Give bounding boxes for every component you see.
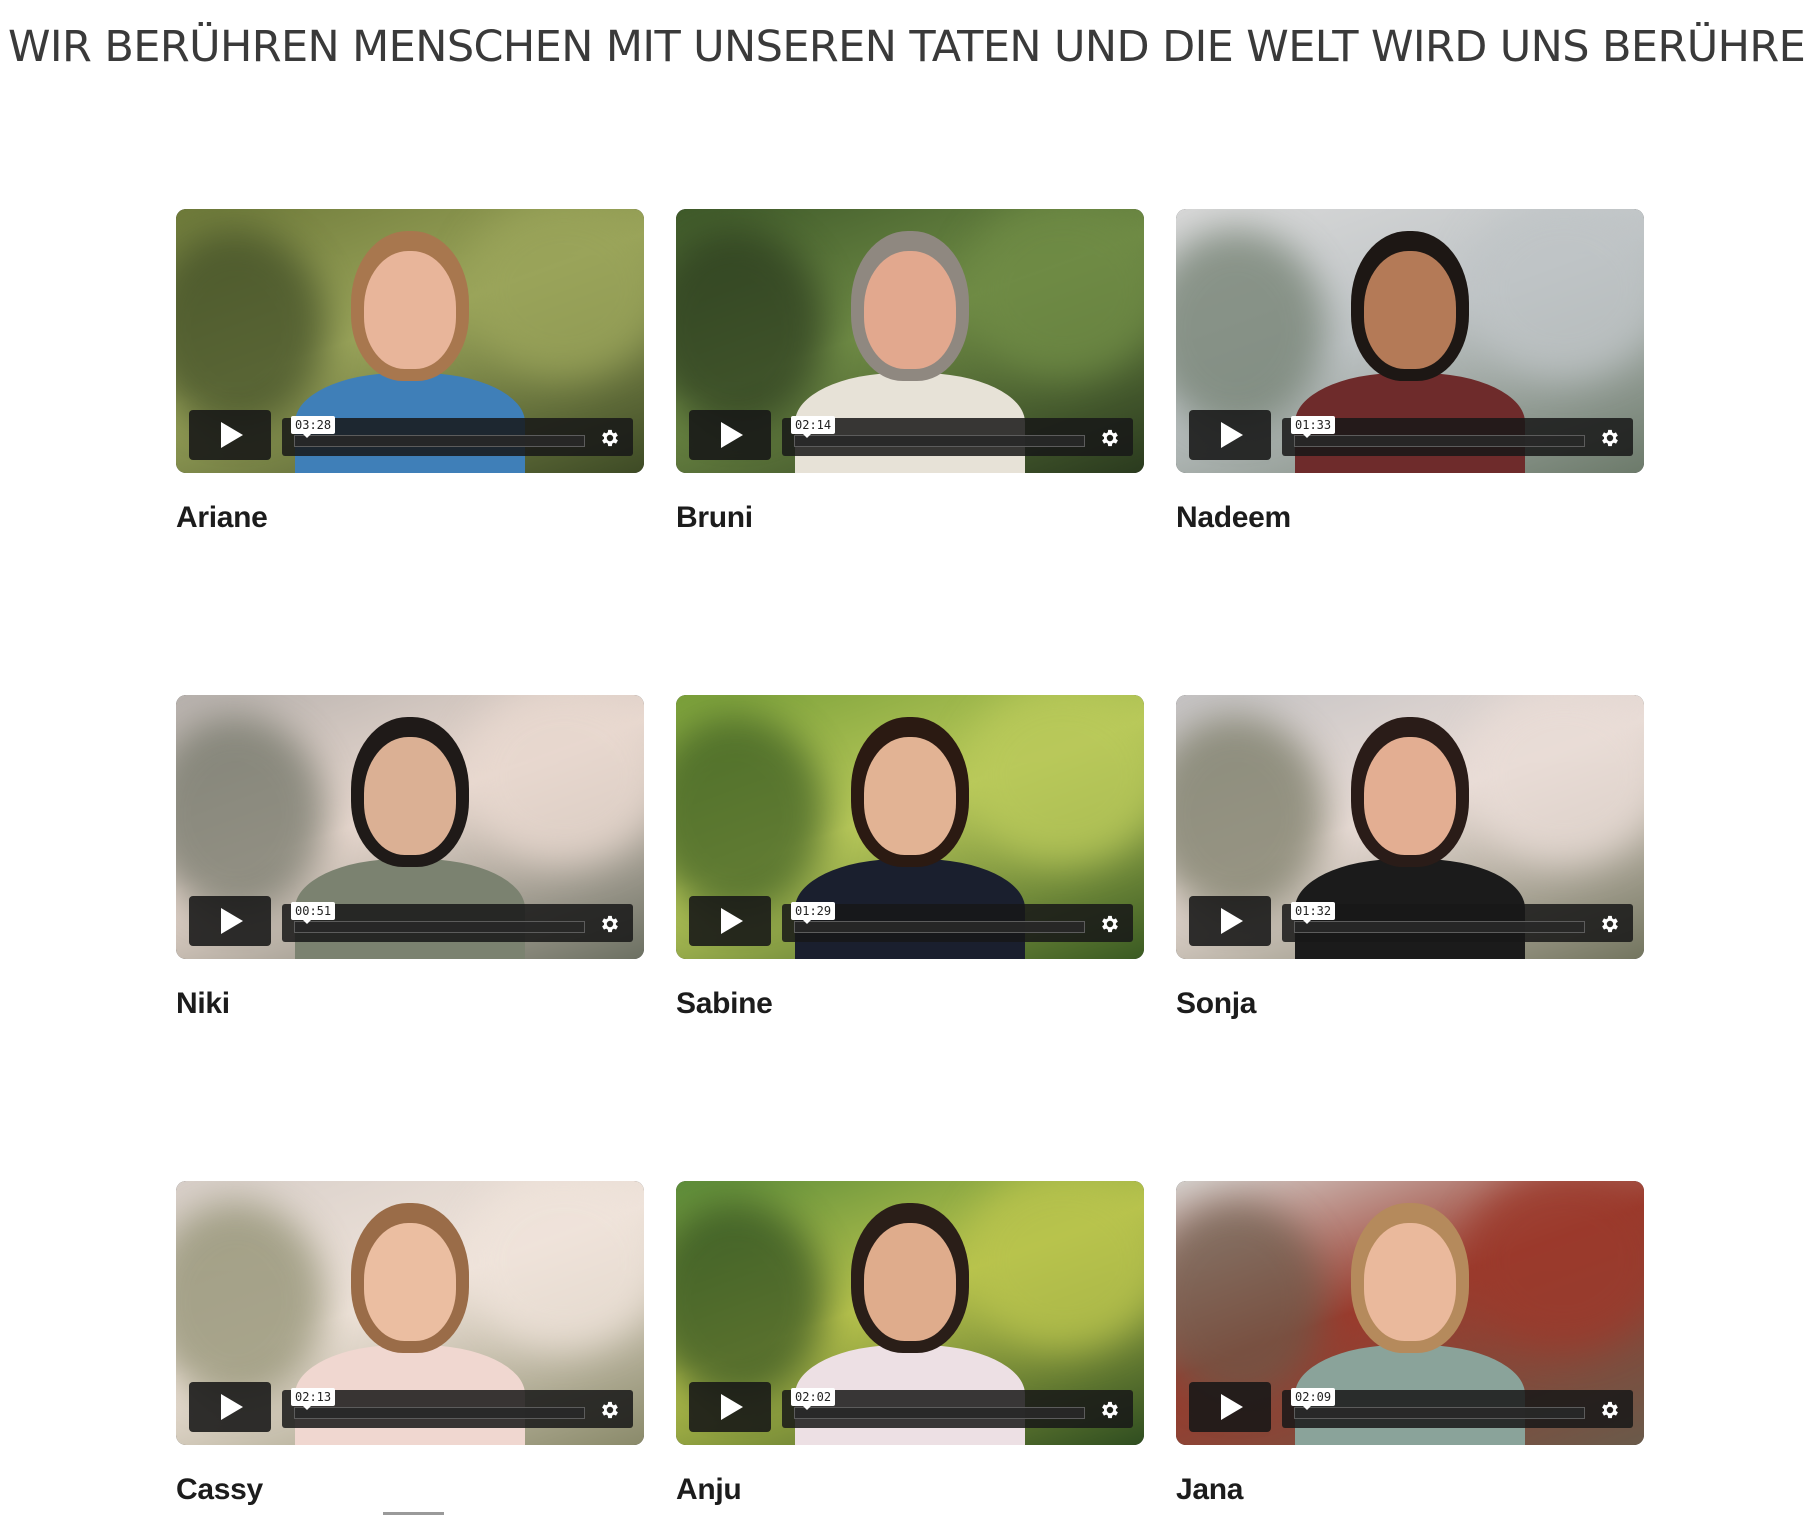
duration-label: 02:02 (791, 1388, 836, 1410)
person-name: Nadeem (1176, 501, 1291, 534)
video-player[interactable]: 02:13 (176, 1181, 644, 1445)
person-name: Anju (676, 1473, 742, 1506)
play-icon (221, 1394, 243, 1420)
play-icon (1221, 1394, 1243, 1420)
person-name: Jana (1176, 1473, 1244, 1506)
video-control-bar: 02:14 (782, 416, 1133, 456)
video-control-bar: 02:09 (1282, 1388, 1633, 1428)
video-control-bar: 00:51 (282, 902, 633, 942)
person-name: Ariane (176, 501, 268, 534)
duration-label: 00:51 (291, 902, 336, 924)
gear-icon[interactable] (1099, 427, 1121, 449)
video-card: 02:09 Jana (1176, 1181, 1644, 1507)
duration-label: 02:13 (291, 1388, 336, 1410)
play-icon (721, 1394, 743, 1420)
video-control-bar: 03:28 (282, 416, 633, 456)
video-control-bar: 02:13 (282, 1388, 633, 1428)
play-icon (221, 908, 243, 934)
play-button[interactable] (1189, 410, 1271, 460)
play-button[interactable] (689, 896, 771, 946)
progress-bar[interactable]: 01:32 (1291, 902, 1585, 933)
video-player[interactable]: 02:02 (676, 1181, 1144, 1445)
video-player[interactable]: 02:09 (1176, 1181, 1644, 1445)
video-player[interactable]: 02:14 (676, 209, 1144, 473)
video-grid: 03:28 Ariane 02:14 Bruni 01:33 Nadeem 00:51 Nik… (176, 209, 1646, 1507)
play-button[interactable] (189, 410, 271, 460)
duration-label: 02:14 (791, 416, 836, 438)
play-icon (1221, 908, 1243, 934)
play-icon (1221, 422, 1243, 448)
person-name: Cassy (176, 1473, 263, 1506)
video-card: 01:33 Nadeem (1176, 209, 1644, 535)
gear-icon[interactable] (1099, 913, 1121, 935)
gear-icon[interactable] (599, 427, 621, 449)
duration-label: 03:28 (291, 416, 336, 438)
progress-bar[interactable]: 01:29 (791, 902, 1085, 933)
play-button[interactable] (1189, 1382, 1271, 1432)
video-player[interactable]: 01:29 (676, 695, 1144, 959)
gear-icon[interactable] (1099, 1399, 1121, 1421)
play-button[interactable] (689, 1382, 771, 1432)
video-control-bar: 01:33 (1282, 416, 1633, 456)
progress-bar[interactable]: 03:28 (291, 416, 585, 447)
progress-bar[interactable]: 02:09 (1291, 1388, 1585, 1419)
person-name: Sonja (1176, 987, 1257, 1020)
person-name: Niki (176, 987, 230, 1020)
video-control-bar: 02:02 (782, 1388, 1133, 1428)
progress-bar[interactable]: 02:13 (291, 1388, 585, 1419)
video-card: 01:32 Sonja (1176, 695, 1644, 1021)
video-card: 00:51 Niki (176, 695, 644, 1021)
video-player[interactable]: 00:51 (176, 695, 644, 959)
play-icon (721, 422, 743, 448)
person-name: Sabine (676, 987, 773, 1020)
play-button[interactable] (689, 410, 771, 460)
progress-bar[interactable]: 02:14 (791, 416, 1085, 447)
gear-icon[interactable] (1599, 427, 1621, 449)
gear-icon[interactable] (1599, 1399, 1621, 1421)
video-card: 02:02 Anju (676, 1181, 1144, 1507)
duration-label: 01:32 (1291, 902, 1336, 924)
video-control-bar: 01:32 (1282, 902, 1633, 942)
video-player[interactable]: 03:28 (176, 209, 644, 473)
video-card: 01:29 Sabine (676, 695, 1144, 1021)
play-icon (221, 422, 243, 448)
gear-icon[interactable] (599, 913, 621, 935)
duration-label: 01:29 (791, 902, 836, 924)
progress-bar[interactable]: 02:02 (791, 1388, 1085, 1419)
duration-label: 02:09 (1291, 1388, 1336, 1410)
play-icon (721, 908, 743, 934)
person-name: Bruni (676, 501, 753, 534)
page-headline: WIR BERÜHREN MENSCHEN MIT UNSEREN TATEN … (8, 22, 1808, 72)
gear-icon[interactable] (599, 1399, 621, 1421)
video-player[interactable]: 01:33 (1176, 209, 1644, 473)
video-card: 03:28 Ariane (176, 209, 644, 535)
play-button[interactable] (189, 896, 271, 946)
gear-icon[interactable] (1599, 913, 1621, 935)
video-control-bar: 01:29 (782, 902, 1133, 942)
play-button[interactable] (189, 1382, 271, 1432)
video-card: 02:14 Bruni (676, 209, 1144, 535)
progress-bar[interactable]: 00:51 (291, 902, 585, 933)
play-button[interactable] (1189, 896, 1271, 946)
video-card: 02:13 Cassy (176, 1181, 644, 1507)
duration-label: 01:33 (1291, 416, 1336, 438)
video-player[interactable]: 01:32 (1176, 695, 1644, 959)
progress-bar[interactable]: 01:33 (1291, 416, 1585, 447)
